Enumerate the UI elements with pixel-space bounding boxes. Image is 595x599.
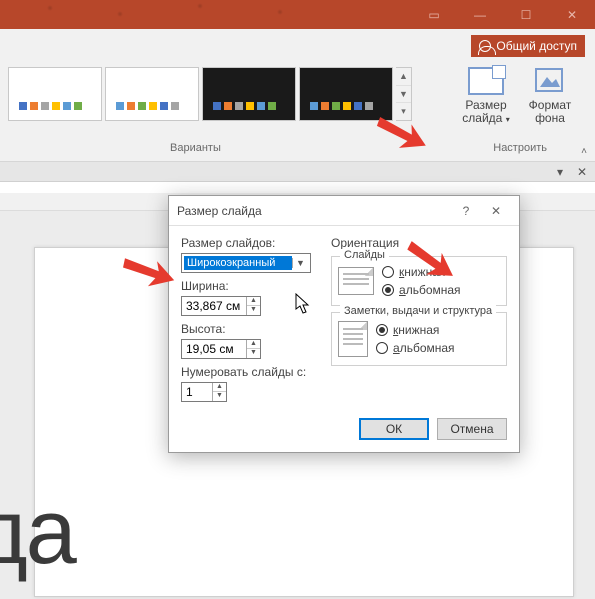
chevron-down-icon[interactable]: ▼ [292,258,308,268]
maximize-button[interactable]: ☐ [503,0,549,29]
slide-size-line2: слайда ▾ [462,112,509,126]
slide-size-dialog: Размер слайда ? ✕ Размер слайдов: Широко… [168,195,520,453]
format-bg-line2: фона [535,112,565,125]
dialog-help-icon[interactable]: ? [451,196,481,226]
width-spinner[interactable]: 33,867 см ▲▼ [181,296,261,316]
slide-title-fragment: да [0,480,75,585]
slide-size-button[interactable]: Размер слайда ▾ [459,67,513,126]
width-label: Ширина: [181,279,317,293]
cancel-button[interactable]: Отмена [437,418,507,440]
variant-thumb-1[interactable] [8,67,102,121]
pane-bar: ▾ ✕ [0,162,595,182]
ok-button[interactable]: ОК [359,418,429,440]
dialog-title: Размер слайда [177,204,262,218]
variants-group-label: Варианты [170,142,221,154]
titlebar-decoration [0,0,420,29]
minimize-button[interactable]: — [457,0,503,29]
height-value: 19,05 см [182,342,246,356]
window-controls: ▭ — ☐ ✕ [411,0,595,29]
notes-landscape-radio[interactable]: альбомная [376,341,455,355]
number-from-spinner[interactable]: 1 ▲▼ [181,382,227,402]
number-from-label: Нумеровать слайды с: [181,365,317,379]
height-spinner[interactable]: 19,05 см ▲▼ [181,339,261,359]
collapse-ribbon-icon[interactable]: ˄ [581,146,587,157]
share-icon [479,40,491,52]
height-label: Высота: [181,322,317,336]
notes-legend: Заметки, выдачи и структура [340,305,496,317]
notes-portrait-radio[interactable]: книжная [376,323,455,337]
setup-group: Размер слайда ▾ Формат фона [459,67,577,126]
pane-dropdown-icon[interactable]: ▾ [551,164,569,180]
dialog-left-column: Размер слайдов: Широкоэкранный ▼ Ширина:… [181,236,317,402]
dialog-footer: ОК Отмена [169,410,519,452]
ribbon-display-options-icon[interactable]: ▭ [411,0,457,29]
pane-close-icon[interactable]: ✕ [573,164,591,180]
slide-size-icon [468,67,504,95]
variant-thumb-3[interactable] [202,67,296,121]
number-from-value: 1 [182,385,212,399]
dialog-titlebar[interactable]: Размер слайда ? ✕ [169,196,519,226]
format-background-button[interactable]: Формат фона [523,67,577,126]
close-button[interactable]: ✕ [549,0,595,29]
setup-group-label: Настроить [493,142,547,154]
spinner-buttons[interactable]: ▲▼ [212,383,226,401]
variants-more-button[interactable]: ▲▼▾ [396,67,412,121]
page-portrait-icon [338,321,368,357]
spinner-buttons[interactable]: ▲▼ [246,340,260,358]
title-bar: ▭ — ☐ ✕ [0,0,595,29]
size-for-value: Широкоэкранный [184,256,292,270]
mouse-cursor-icon [295,293,311,315]
slides-legend: Слайды [340,249,389,261]
ribbon: Общий доступ ▲▼▾ Размер слайда ▾ Формат … [0,29,595,162]
spinner-buttons[interactable]: ▲▼ [246,297,260,315]
dialog-close-icon[interactable]: ✕ [481,196,511,226]
page-landscape-icon [338,267,374,295]
share-button[interactable]: Общий доступ [471,35,585,57]
variant-thumb-2[interactable] [105,67,199,121]
width-value: 33,867 см [182,299,246,313]
notes-orientation-group: Заметки, выдачи и структура книжная альб… [331,312,507,366]
size-for-select[interactable]: Широкоэкранный ▼ [181,253,311,273]
format-background-icon [532,67,568,95]
share-label: Общий доступ [496,39,577,53]
size-for-label: Размер слайдов: [181,236,317,250]
variants-gallery[interactable]: ▲▼▾ [8,67,412,121]
